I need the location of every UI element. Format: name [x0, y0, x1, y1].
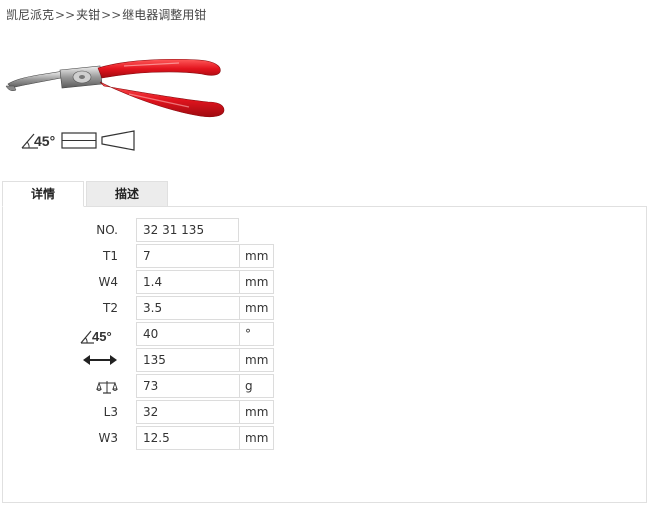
svg-text:45°: 45°: [34, 133, 55, 149]
tab-bar: 详情 描述: [2, 181, 168, 207]
svg-text:45°: 45°: [92, 329, 112, 344]
spec-label: W3: [98, 431, 119, 445]
spec-label-angle: 45°: [80, 322, 118, 346]
scale-weight-icon: [96, 381, 118, 394]
breadcrumb-current: 继电器调整用钳: [122, 8, 207, 22]
breadcrumb-separator: >>: [55, 8, 76, 22]
breadcrumb-link-brand[interactable]: 凯尼派克: [6, 8, 54, 22]
spec-value: 73: [136, 374, 244, 398]
spec-row-l3: L3 32 mm: [3, 400, 648, 424]
spec-label: T1: [103, 249, 118, 263]
breadcrumb-link-category[interactable]: 夹钳: [76, 8, 100, 22]
spec-value: 32 31 135: [136, 218, 239, 242]
tab-details[interactable]: 详情: [2, 181, 84, 207]
spec-row-number: NO. 32 31 135: [3, 218, 648, 242]
tab-description[interactable]: 描述: [86, 181, 168, 206]
breadcrumb-separator: >>: [101, 8, 122, 22]
spec-row-w4: W4 1.4 mm: [3, 270, 648, 294]
spec-label-length: [82, 348, 118, 372]
spec-row-angle: 45° 40 °: [3, 322, 648, 346]
spec-unit: g: [239, 374, 274, 398]
spec-unit: °: [239, 322, 274, 346]
spec-unit: mm: [239, 270, 274, 294]
tapered-jaw-icon: [101, 130, 135, 151]
spec-value: 32: [136, 400, 244, 424]
spec-unit: mm: [239, 244, 274, 268]
spec-label: L3: [103, 405, 118, 419]
spec-value: 7: [136, 244, 244, 268]
jaw-feature-icons: 45°: [21, 130, 135, 151]
spec-value: 135: [136, 348, 244, 372]
spec-row-w3: W3 12.5 mm: [3, 426, 648, 450]
spec-row-t2: T2 3.5 mm: [3, 296, 648, 320]
flat-jaw-icon: [61, 132, 97, 149]
angle-45-icon: 45°: [80, 329, 112, 344]
spec-row-length: 135 mm: [3, 348, 648, 372]
pliers-icon: [5, 58, 225, 118]
angle-45-icon: 45°: [21, 133, 55, 149]
spec-value: 12.5: [136, 426, 244, 450]
spec-label: W4: [98, 275, 119, 289]
spec-unit: mm: [239, 400, 274, 424]
spec-unit: mm: [239, 348, 274, 372]
spec-row-t1: T1 7 mm: [3, 244, 648, 268]
spec-value: 3.5: [136, 296, 244, 320]
breadcrumb: 凯尼派克>>夹钳>>继电器调整用钳: [6, 6, 206, 23]
spec-label-weight: [96, 374, 118, 398]
spec-label: T2: [103, 301, 118, 315]
spec-value: 1.4: [136, 270, 244, 294]
spec-value: 40: [136, 322, 244, 346]
spec-row-weight: 73 g: [3, 374, 648, 398]
spec-unit: mm: [239, 296, 274, 320]
spec-panel: NO. 32 31 135 T1 7 mm W4 1.4 mm T2 3.5 m…: [2, 206, 647, 503]
spec-unit: mm: [239, 426, 274, 450]
spec-label: NO.: [96, 223, 118, 237]
length-arrow-icon: [83, 355, 117, 365]
